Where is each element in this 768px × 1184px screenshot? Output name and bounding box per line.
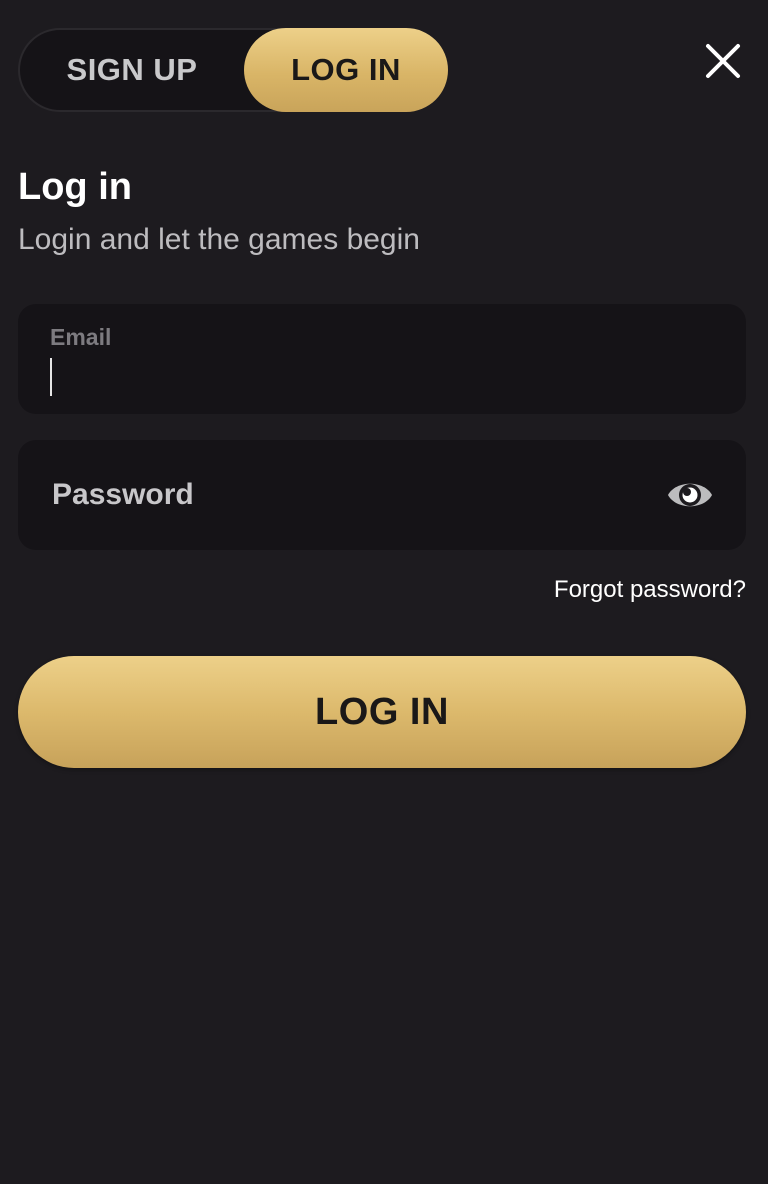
- page-subtitle: Login and let the games begin: [18, 223, 420, 256]
- tab-sign-up[interactable]: SIGN UP: [20, 30, 244, 110]
- email-input[interactable]: [58, 354, 698, 398]
- show-password-button[interactable]: [666, 474, 714, 516]
- forgot-password-link[interactable]: Forgot password?: [554, 576, 746, 604]
- close-icon: [706, 44, 740, 78]
- password-input[interactable]: [50, 440, 650, 550]
- password-field[interactable]: [18, 440, 746, 550]
- tab-log-in[interactable]: LOG IN: [244, 28, 448, 112]
- email-field[interactable]: Email: [18, 304, 746, 414]
- page-title: Log in: [18, 166, 132, 208]
- auth-mode-toggle: SIGN UP LOG IN: [18, 28, 448, 112]
- text-caret: [50, 358, 52, 396]
- eye-icon: [668, 483, 712, 507]
- login-submit-button[interactable]: LOG IN: [18, 656, 746, 768]
- close-button[interactable]: [702, 40, 744, 82]
- email-label: Email: [50, 324, 112, 350]
